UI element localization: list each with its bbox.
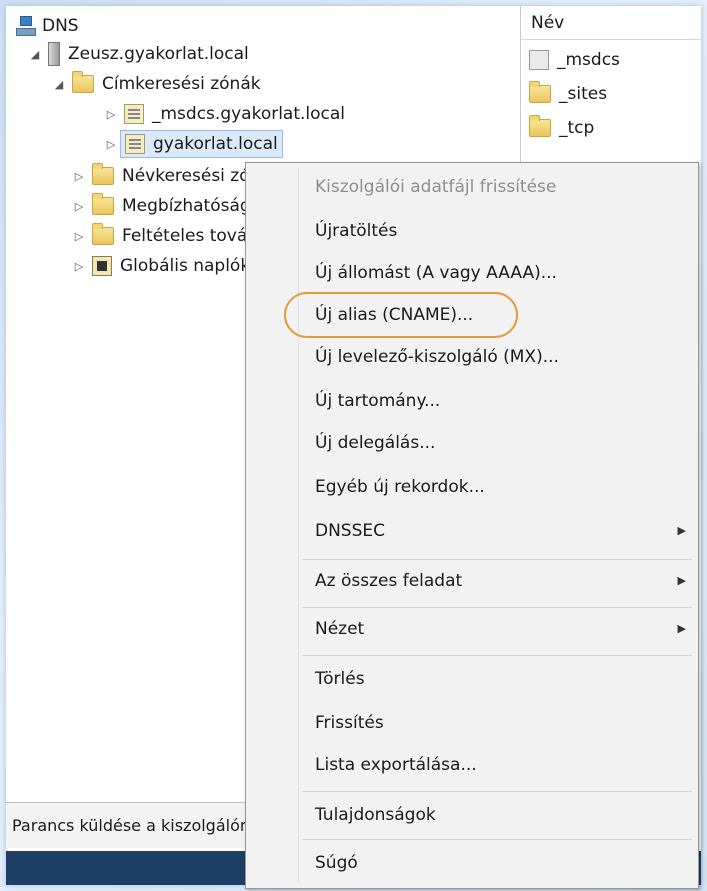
zone-icon bbox=[125, 134, 145, 154]
context-menu: Kiszolgálói adatfájl frissítése Újratölt… bbox=[245, 162, 699, 889]
tree-label: _msdcs.gyakorlat.local bbox=[152, 104, 346, 124]
expand-arrow-icon[interactable]: ▷ bbox=[72, 200, 86, 213]
menu-item-new-delegation[interactable]: Új delegálás... bbox=[246, 423, 698, 463]
collapse-arrow-icon[interactable]: ◢ bbox=[28, 48, 42, 61]
menu-item-new-host[interactable]: Új állomást (A vagy AAAA)... bbox=[246, 253, 698, 293]
folder-icon bbox=[92, 163, 114, 185]
folder-icon bbox=[529, 81, 551, 103]
submenu-arrow-icon: ▶ bbox=[677, 524, 686, 537]
list-item-label: _sites bbox=[559, 84, 608, 104]
tree-node-global-logs[interactable]: ▷ Globális naplók bbox=[72, 252, 250, 280]
expand-arrow-icon[interactable]: ▷ bbox=[72, 170, 86, 183]
menu-item-all-tasks[interactable]: Az összes feladat ▶ bbox=[246, 561, 698, 601]
menu-item-new-domain[interactable]: Új tartomány... bbox=[246, 381, 698, 421]
list-item[interactable]: _msdcs bbox=[529, 46, 620, 74]
menu-item-reload[interactable]: Újratöltés bbox=[246, 211, 698, 251]
list-item[interactable]: _tcp bbox=[529, 114, 594, 142]
selected-node[interactable]: gyakorlat.local bbox=[120, 130, 283, 158]
tree-label: Címkeresési zónák bbox=[102, 74, 261, 94]
menu-separator bbox=[302, 839, 692, 840]
list-item-label: _msdcs bbox=[557, 50, 620, 70]
menu-item-new-mx[interactable]: Új levelező-kiszolgáló (MX)... bbox=[246, 337, 698, 377]
menu-item-refresh-zone-file[interactable]: Kiszolgálói adatfájl frissítése bbox=[246, 167, 698, 207]
menu-item-refresh[interactable]: Frissítés bbox=[246, 703, 698, 743]
tree-label: Zeusz.gyakorlat.local bbox=[68, 44, 249, 64]
tree-node-forward-zones[interactable]: ◢ Címkeresési zónák bbox=[52, 70, 261, 98]
menu-item-properties[interactable]: Tulajdonságok bbox=[246, 795, 698, 835]
menu-separator bbox=[302, 791, 692, 792]
log-icon bbox=[92, 256, 112, 276]
tree-label: Globális naplók bbox=[120, 256, 251, 276]
folder-icon bbox=[529, 115, 551, 137]
menu-item-export-list[interactable]: Lista exportálása... bbox=[246, 745, 698, 785]
menu-separator bbox=[302, 607, 692, 608]
menu-item-label: DNSSEC bbox=[315, 521, 386, 541]
zone-icon bbox=[124, 104, 144, 124]
menu-item-other-records[interactable]: Egyéb új rekordok... bbox=[246, 467, 698, 507]
tree-node-zone-selected[interactable]: ▷ gyakorlat.local bbox=[104, 130, 283, 158]
menu-item-label: Az összes feladat bbox=[315, 571, 463, 591]
column-header-name[interactable]: Név bbox=[521, 6, 701, 40]
tree-node-server[interactable]: ◢ Zeusz.gyakorlat.local bbox=[28, 40, 249, 68]
menu-item-dnssec[interactable]: DNSSEC ▶ bbox=[246, 511, 698, 551]
menu-item-delete[interactable]: Törlés bbox=[246, 659, 698, 699]
list-item[interactable]: _sites bbox=[529, 80, 607, 108]
expand-arrow-icon[interactable]: ▷ bbox=[104, 138, 118, 151]
expand-arrow-icon[interactable]: ▷ bbox=[72, 230, 86, 243]
tree-node-zone-msdcs[interactable]: ▷ _msdcs.gyakorlat.local bbox=[104, 100, 345, 128]
tree-node-dns[interactable]: DNS bbox=[16, 12, 79, 40]
tree-label: DNS bbox=[42, 16, 79, 36]
expand-arrow-icon[interactable]: ▷ bbox=[104, 108, 118, 121]
menu-item-label: Nézet bbox=[315, 619, 365, 639]
list-item-label: _tcp bbox=[559, 118, 595, 138]
expand-arrow-icon[interactable]: ▷ bbox=[72, 260, 86, 273]
zone-icon bbox=[529, 50, 549, 70]
folder-icon bbox=[92, 193, 114, 215]
menu-item-new-alias[interactable]: Új alias (CNAME)... bbox=[246, 295, 698, 335]
server-icon bbox=[48, 42, 60, 66]
tree-label: gyakorlat.local bbox=[153, 134, 278, 154]
folder-icon bbox=[72, 71, 94, 93]
dns-icon bbox=[16, 16, 36, 36]
menu-item-help[interactable]: Súgó bbox=[246, 843, 698, 883]
menu-item-view[interactable]: Nézet ▶ bbox=[246, 609, 698, 649]
collapse-arrow-icon[interactable]: ◢ bbox=[52, 78, 66, 91]
submenu-arrow-icon: ▶ bbox=[677, 622, 686, 635]
folder-icon bbox=[92, 223, 114, 245]
submenu-arrow-icon: ▶ bbox=[677, 574, 686, 587]
menu-separator bbox=[302, 655, 692, 656]
menu-separator bbox=[302, 559, 692, 560]
